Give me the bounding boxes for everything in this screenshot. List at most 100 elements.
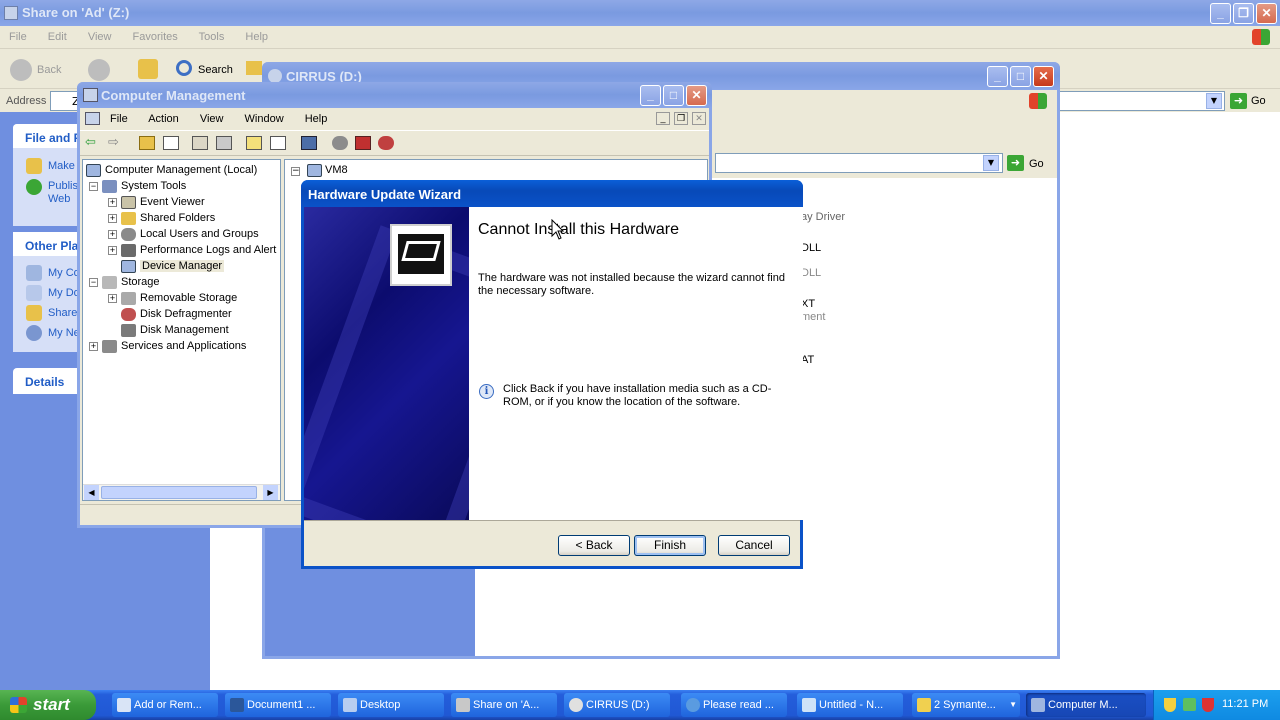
other-place-shared[interactable]: Share bbox=[48, 307, 77, 319]
child-close-icon[interactable]: ✕ bbox=[692, 112, 706, 125]
collapse-icon[interactable]: − bbox=[89, 181, 98, 191]
go-arrow-icon[interactable]: ➜ bbox=[1230, 93, 1247, 109]
cirrus-file-item[interactable]: DLL bbox=[801, 242, 821, 254]
explorer-menu-help[interactable]: Help bbox=[245, 31, 268, 43]
compmgmt-minimize-button[interactable]: _ bbox=[640, 85, 661, 106]
cirrus-file-item[interactable]: ay Driver bbox=[801, 211, 845, 223]
device-root-label[interactable]: VM8 bbox=[325, 164, 348, 176]
file-task-publish[interactable]: Publis bbox=[48, 180, 78, 192]
explorer-minimize-button[interactable]: _ bbox=[1210, 3, 1231, 24]
tree-item-shared-folders[interactable]: + Shared Folders bbox=[108, 210, 215, 226]
collapse-icon[interactable]: − bbox=[89, 277, 98, 287]
network-tray-icon[interactable] bbox=[1183, 698, 1196, 711]
other-place-my-computer[interactable]: My Co bbox=[48, 267, 80, 279]
back-icon[interactable] bbox=[10, 59, 32, 81]
security-shield-icon[interactable] bbox=[1164, 698, 1176, 712]
explorer-menu-view[interactable]: View bbox=[88, 31, 112, 43]
expand-icon[interactable]: + bbox=[108, 229, 117, 239]
wizard-titlebar[interactable]: Hardware Update Wizard bbox=[301, 180, 803, 207]
explorer-close-button[interactable]: ✕ bbox=[1256, 3, 1277, 24]
explorer-menu-edit[interactable]: Edit bbox=[48, 31, 67, 43]
other-place-my-network[interactable]: My Ne bbox=[48, 327, 80, 339]
taskbar-item-please-read[interactable]: Please read ... bbox=[681, 693, 787, 717]
tree-horizontal-scrollbar[interactable]: ◀ ▶ bbox=[83, 484, 280, 500]
update-driver-icon[interactable] bbox=[332, 136, 348, 150]
folders-icon[interactable] bbox=[246, 61, 262, 75]
compmgmt-menu-window[interactable]: Window bbox=[245, 113, 284, 125]
scan-hardware-icon[interactable] bbox=[301, 136, 317, 150]
explorer-titlebar[interactable]: Share on 'Ad' (Z:) _ ❐ ✕ bbox=[0, 0, 1280, 26]
child-restore-icon[interactable]: ❐ bbox=[674, 112, 688, 125]
tree-item-perf-logs[interactable]: + Performance Logs and Alert bbox=[108, 242, 276, 258]
tree-item-system-tools[interactable]: − System Tools bbox=[89, 178, 186, 194]
explorer-menu-file[interactable]: File bbox=[9, 31, 27, 43]
compmgmt-menu-action[interactable]: Action bbox=[148, 113, 179, 125]
up-level-icon[interactable] bbox=[139, 136, 155, 150]
tree-item-disk-defragmenter[interactable]: Disk Defragmenter bbox=[121, 306, 232, 322]
tree-item-removable-storage[interactable]: + Removable Storage bbox=[108, 290, 237, 306]
explorer-menu-favorites[interactable]: Favorites bbox=[133, 31, 178, 43]
tree-item-disk-management[interactable]: Disk Management bbox=[121, 322, 229, 338]
cirrus-address-dropdown[interactable]: ▼ bbox=[983, 155, 999, 171]
expand-icon[interactable]: + bbox=[108, 293, 117, 303]
collapse-icon[interactable]: − bbox=[291, 167, 300, 176]
taskbar-item-notepad[interactable]: Untitled - N... bbox=[797, 693, 903, 717]
compmgmt-titlebar[interactable]: Computer Management _ □ ✕ bbox=[77, 82, 712, 108]
compmgmt-close-button[interactable]: ✕ bbox=[686, 85, 707, 106]
forward-arrow-icon[interactable]: ⇨ bbox=[108, 136, 124, 150]
cirrus-file-item[interactable]: DLL bbox=[801, 267, 821, 279]
other-place-my-documents[interactable]: My Do bbox=[48, 287, 80, 299]
properties-icon[interactable] bbox=[192, 136, 208, 150]
other-places-header[interactable]: Other Pla bbox=[25, 239, 78, 253]
expand-icon[interactable]: + bbox=[108, 197, 117, 207]
back-arrow-icon[interactable]: ⇦ bbox=[85, 136, 101, 150]
details-header[interactable]: Details bbox=[25, 375, 64, 389]
taskbar-item-document1[interactable]: Document1 ... bbox=[225, 693, 331, 717]
tree-item-device-manager[interactable]: Device Manager bbox=[121, 258, 225, 274]
explorer-search-label[interactable]: Search bbox=[198, 64, 233, 76]
compmgmt-menu-help[interactable]: Help bbox=[305, 113, 328, 125]
wizard-cancel-button[interactable]: Cancel bbox=[718, 535, 790, 556]
tree-item-event-viewer[interactable]: + Event Viewer bbox=[108, 194, 205, 210]
scroll-thumb[interactable] bbox=[101, 486, 257, 499]
help-icon[interactable] bbox=[246, 136, 262, 150]
file-task-make[interactable]: Make bbox=[48, 160, 75, 172]
tree-item-root[interactable]: Computer Management (Local) bbox=[86, 162, 257, 178]
search-icon[interactable] bbox=[176, 60, 192, 76]
tree-item-services[interactable]: + Services and Applications bbox=[89, 338, 246, 354]
compmgmt-menu-view[interactable]: View bbox=[200, 113, 224, 125]
tree-item-local-users[interactable]: + Local Users and Groups bbox=[108, 226, 259, 242]
print-icon[interactable] bbox=[216, 136, 232, 150]
explorer-menu-tools[interactable]: Tools bbox=[199, 31, 225, 43]
taskbar-item-computer-management[interactable]: Computer M... bbox=[1026, 693, 1146, 717]
taskbar-item-share[interactable]: Share on 'A... bbox=[451, 693, 557, 717]
taskbar-item-symantec[interactable]: 2 Symante... ▼ bbox=[912, 693, 1020, 717]
expand-icon[interactable]: + bbox=[108, 245, 117, 255]
start-button[interactable]: start bbox=[0, 690, 96, 720]
view-icon[interactable] bbox=[270, 136, 286, 150]
address-dropdown-button[interactable]: ▼ bbox=[1206, 93, 1222, 109]
child-minimize-icon[interactable]: _ bbox=[656, 112, 670, 125]
uninstall-icon[interactable] bbox=[355, 136, 371, 150]
scroll-right-arrow-icon[interactable]: ▶ bbox=[263, 485, 278, 500]
cirrus-file-item[interactable]: ment bbox=[801, 311, 825, 323]
forward-icon[interactable] bbox=[88, 59, 110, 81]
explorer-back-label[interactable]: Back bbox=[37, 64, 61, 76]
file-tasks-header[interactable]: File and F bbox=[25, 131, 81, 145]
expand-icon[interactable]: + bbox=[108, 213, 117, 223]
antivirus-tray-icon[interactable] bbox=[1202, 698, 1214, 712]
tree-pane[interactable]: Computer Management (Local) − System Tool… bbox=[82, 159, 281, 501]
tree-item-storage[interactable]: − Storage bbox=[89, 274, 160, 290]
cirrus-file-item[interactable]: XT bbox=[801, 298, 815, 310]
cirrus-minimize-button[interactable]: _ bbox=[987, 66, 1008, 87]
file-task-web[interactable]: Web bbox=[48, 193, 70, 205]
taskbar-item-add-remove[interactable]: Add or Rem... bbox=[112, 693, 218, 717]
scroll-left-arrow-icon[interactable]: ◀ bbox=[84, 485, 99, 500]
cirrus-close-button[interactable]: ✕ bbox=[1033, 66, 1054, 87]
cirrus-address-input[interactable] bbox=[715, 153, 1003, 173]
up-folder-icon[interactable] bbox=[138, 59, 158, 79]
taskbar-item-cirrus[interactable]: CIRRUS (D:) bbox=[564, 693, 670, 717]
cirrus-go-button[interactable]: Go bbox=[1029, 158, 1044, 170]
cirrus-maximize-button[interactable]: □ bbox=[1010, 66, 1031, 87]
compmgmt-menu-file[interactable]: File bbox=[110, 113, 128, 125]
